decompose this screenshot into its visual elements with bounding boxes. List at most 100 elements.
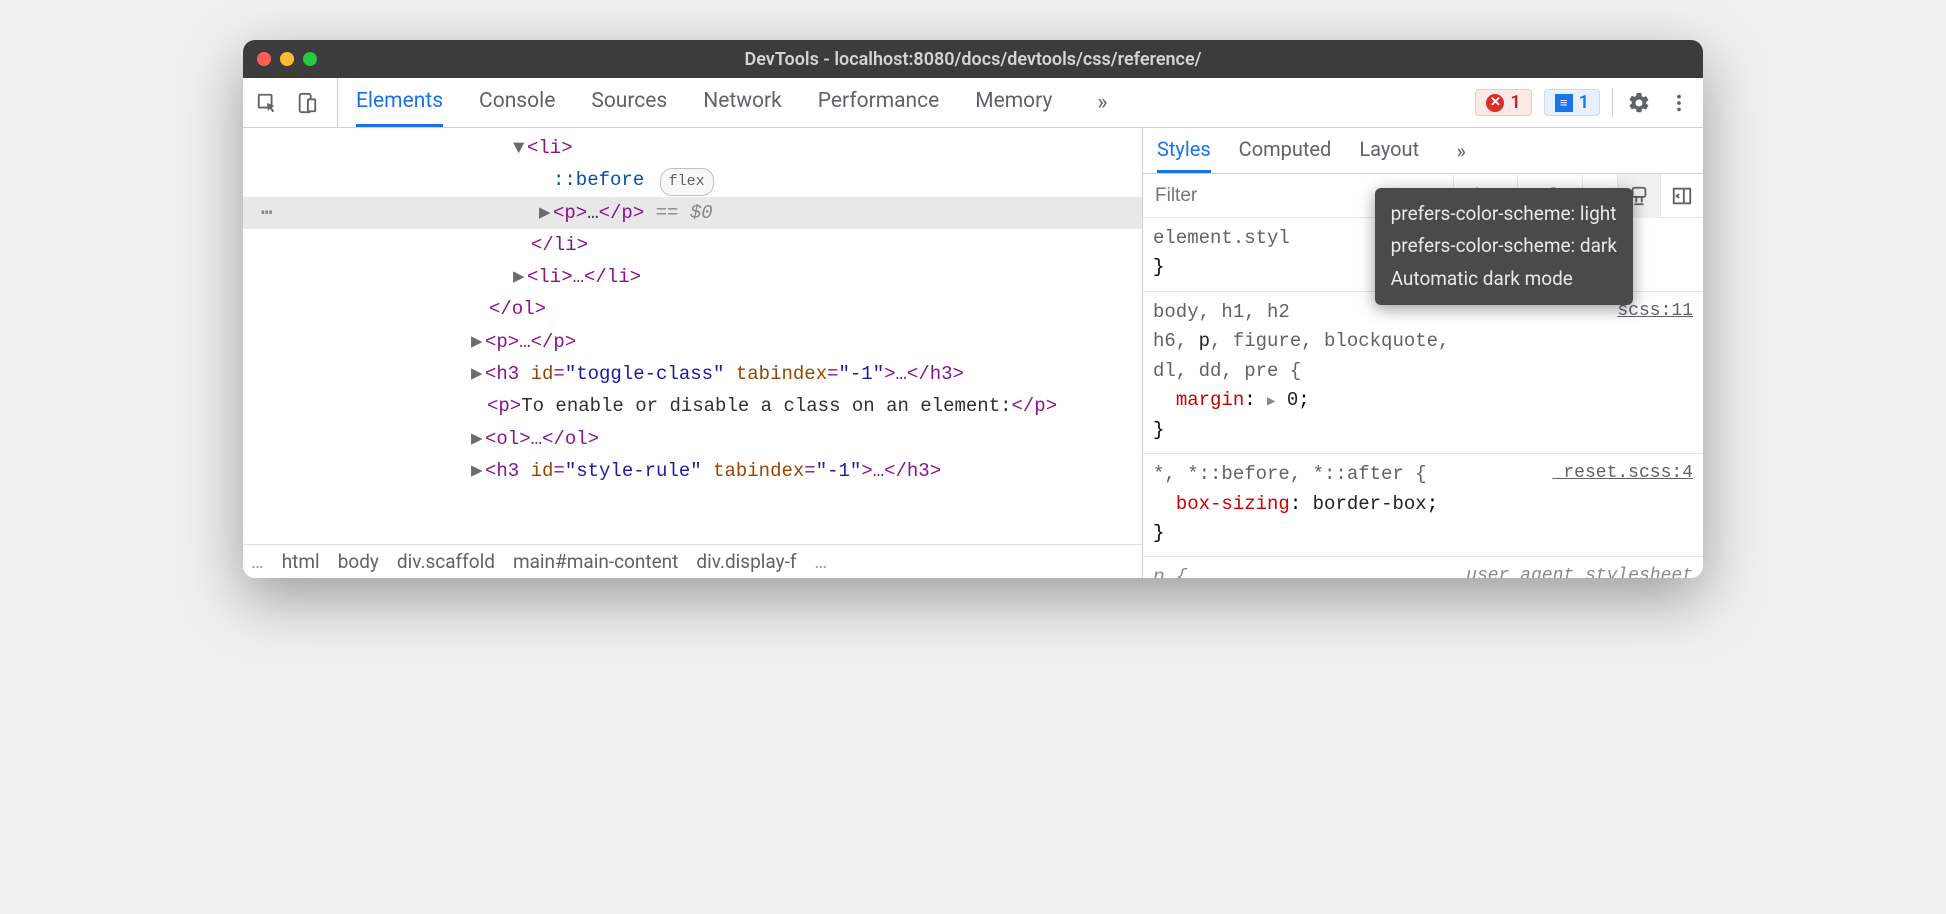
h3-rest[interactable]: >…</h3> [884, 363, 964, 385]
window-controls [257, 52, 317, 66]
pseudo-before[interactable]: ::before [553, 169, 644, 191]
more-styles-tabs-icon[interactable]: » [1447, 137, 1475, 165]
issues-icon: ≡ [1555, 94, 1573, 112]
styles-tabs: Styles Computed Layout » [1143, 128, 1703, 174]
expand-arrow-icon[interactable]: ▶ [471, 455, 485, 487]
tab-memory[interactable]: Memory [975, 78, 1052, 127]
tab-console[interactable]: Console [479, 78, 555, 127]
p-open[interactable]: <p> [487, 395, 521, 417]
h3-open[interactable]: <h3 [485, 363, 531, 385]
expand-arrow-icon[interactable]: ▶ [471, 423, 485, 455]
devtools-window: DevTools - localhost:8080/docs/devtools/… [243, 40, 1703, 578]
toolbar-right: ✕ 1 ≡ 1 [1475, 88, 1693, 118]
prop-margin[interactable]: margin [1176, 389, 1244, 411]
expand-arrow-icon[interactable]: ▶ [513, 261, 527, 293]
error-badge[interactable]: ✕ 1 [1475, 89, 1531, 116]
crumb-html[interactable]: html [282, 550, 320, 573]
attr-id-val: "toggle-class" [565, 363, 725, 385]
tab-performance[interactable]: Performance [818, 78, 939, 127]
device-toolbar-icon[interactable] [293, 89, 321, 117]
tag-li-open[interactable]: <li> [527, 137, 573, 159]
crumb-ellipsis-left[interactable]: … [251, 550, 264, 573]
tag-p-open[interactable]: <p> [553, 202, 587, 224]
error-count: 1 [1510, 92, 1520, 113]
main-toolbar: Elements Console Sources Network Perform… [243, 78, 1703, 128]
sel-line3: dl, dd, pre { [1153, 360, 1301, 382]
issues-badge[interactable]: ≡ 1 [1544, 89, 1600, 116]
p-text: To enable or disable a class on an eleme… [521, 395, 1011, 417]
attr-tabindex2: tabindex [713, 460, 804, 482]
selector-element-style: element.styl [1153, 227, 1290, 249]
panel-tabs: Elements Console Sources Network Perform… [356, 78, 1116, 127]
tab-sources[interactable]: Sources [591, 78, 667, 127]
attr-id2: id [531, 460, 554, 482]
attr-tabindex-val2: "-1" [816, 460, 862, 482]
tag-ol-close[interactable]: </ol> [489, 298, 546, 320]
close-window-icon[interactable] [257, 52, 271, 66]
crumb-ellipsis-right[interactable]: … [814, 550, 827, 573]
h3-open2[interactable]: <h3 [485, 460, 531, 482]
rule-box-sizing[interactable]: _reset.scss:4 *, *::before, *::after { b… [1143, 454, 1703, 557]
content-split: ▼<li> ::before flex ▶<p>…</p> == $0 </li… [243, 128, 1703, 578]
crumb-scaffold[interactable]: div.scaffold [397, 550, 495, 573]
rendering-emulations-popup: prefers-color-scheme: light prefers-colo… [1375, 188, 1633, 305]
settings-icon[interactable] [1625, 89, 1653, 117]
breadcrumb: … html body div.scaffold main#main-conte… [243, 544, 1142, 578]
rule-src-2[interactable]: _reset.scss:4 [1553, 460, 1693, 488]
styles-tab-computed[interactable]: Computed [1239, 128, 1332, 173]
maximize-window-icon[interactable] [303, 52, 317, 66]
computed-sidebar-icon[interactable] [1660, 174, 1703, 218]
tag-li-close[interactable]: </li> [531, 234, 588, 256]
h3-rest2[interactable]: >…</h3> [861, 460, 941, 482]
flex-badge[interactable]: flex [660, 168, 714, 196]
expand-arrow-icon[interactable]: ▶ [471, 326, 485, 358]
rule-ua-p[interactable]: user agent stylesheet p { [1143, 557, 1703, 578]
ol-collapsed[interactable]: <ol>…</ol> [485, 428, 599, 450]
sel-universal: *, *::before, *::after { [1153, 463, 1427, 485]
tab-network[interactable]: Network [703, 78, 782, 127]
selection-marker: == $0 [644, 202, 712, 224]
tag-p-close[interactable]: </p> [599, 202, 645, 224]
window-title: DevTools - localhost:8080/docs/devtools/… [745, 49, 1202, 70]
rule-src-ua: user agent stylesheet [1466, 563, 1693, 578]
styles-tab-layout[interactable]: Layout [1359, 128, 1419, 173]
issues-count: 1 [1579, 92, 1589, 113]
crumb-body[interactable]: body [338, 550, 379, 573]
crumb-main[interactable]: main#main-content [513, 550, 678, 573]
dom-tree[interactable]: ▼<li> ::before flex ▶<p>…</p> == $0 </li… [243, 128, 1142, 544]
prop-box-sizing[interactable]: box-sizing [1176, 493, 1290, 515]
tab-elements[interactable]: Elements [356, 78, 443, 127]
shorthand-expand-icon[interactable]: ▶ [1267, 394, 1275, 410]
val-box-sizing[interactable]: border-box [1313, 493, 1427, 515]
collapse-arrow-icon[interactable]: ▼ [513, 132, 527, 164]
val-margin[interactable]: 0 [1287, 389, 1298, 411]
styles-panel: Styles Computed Layout » :hov .cls + [1143, 128, 1703, 578]
titlebar: DevTools - localhost:8080/docs/devtools/… [243, 40, 1703, 78]
tag-p-collapsed[interactable]: <p>…</p> [485, 331, 576, 353]
popup-item-auto-dark[interactable]: Automatic dark mode [1391, 263, 1617, 295]
styles-tab-styles[interactable]: Styles [1157, 128, 1211, 173]
attr-id: id [531, 363, 554, 385]
attr-tabindex-val: "-1" [839, 363, 885, 385]
toolbar-left [253, 78, 338, 127]
toolbar-divider [1612, 88, 1613, 118]
tag-li-collapsed[interactable]: <li>…</li> [527, 266, 641, 288]
popup-item-dark[interactable]: prefers-color-scheme: dark [1391, 230, 1617, 262]
attr-tabindex: tabindex [736, 363, 827, 385]
crumb-display[interactable]: div.display-f [696, 550, 796, 573]
inspect-element-icon[interactable] [253, 89, 281, 117]
elements-panel: ▼<li> ::before flex ▶<p>…</p> == $0 </li… [243, 128, 1143, 578]
kebab-menu-icon[interactable] [1665, 89, 1693, 117]
sel-line1: body, h1, h2 [1153, 301, 1290, 323]
sel-p: p { [1153, 566, 1187, 578]
attr-id-val2: "style-rule" [565, 460, 702, 482]
error-icon: ✕ [1486, 94, 1504, 112]
expand-arrow-icon[interactable]: ▶ [539, 197, 553, 229]
rule-reset-margin[interactable]: scss:11 body, h1, h2 h6, p, figure, bloc… [1143, 292, 1703, 454]
p-close[interactable]: </p> [1012, 395, 1058, 417]
popup-item-light[interactable]: prefers-color-scheme: light [1391, 198, 1617, 230]
ellipsis-1: … [587, 202, 598, 224]
minimize-window-icon[interactable] [280, 52, 294, 66]
expand-arrow-icon[interactable]: ▶ [471, 358, 485, 390]
more-tabs-icon[interactable]: » [1088, 89, 1116, 117]
